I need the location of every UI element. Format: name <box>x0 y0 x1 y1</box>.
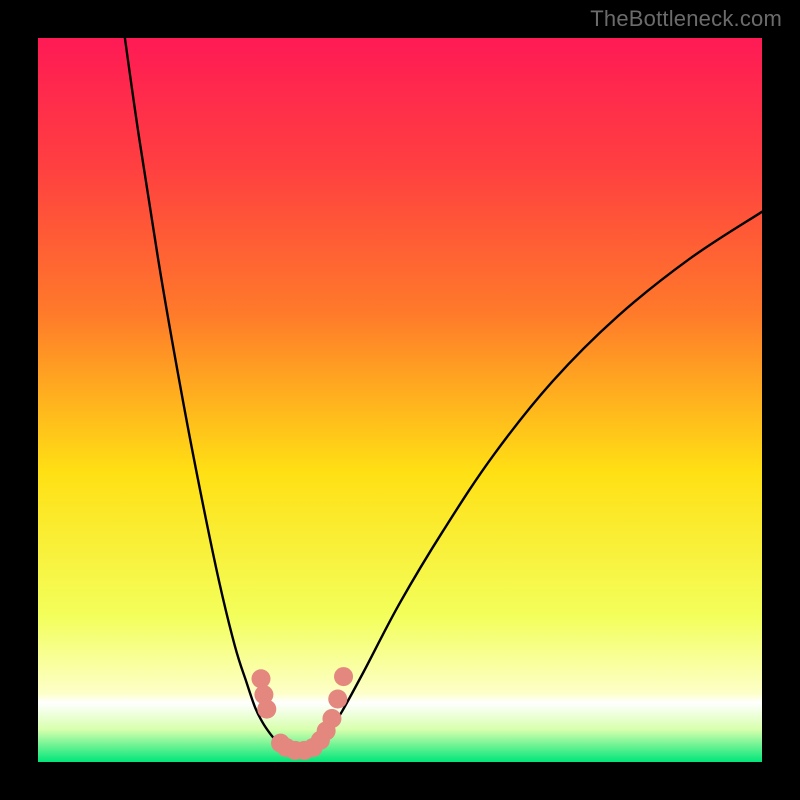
chart-frame: TheBottleneck.com <box>0 0 800 800</box>
watermark-text: TheBottleneck.com <box>590 6 782 32</box>
plot-area <box>38 38 762 762</box>
chart-svg <box>38 38 762 762</box>
data-marker <box>251 669 270 688</box>
data-marker <box>334 667 353 686</box>
data-marker <box>257 700 276 719</box>
data-marker <box>328 690 347 709</box>
data-marker <box>322 709 341 728</box>
